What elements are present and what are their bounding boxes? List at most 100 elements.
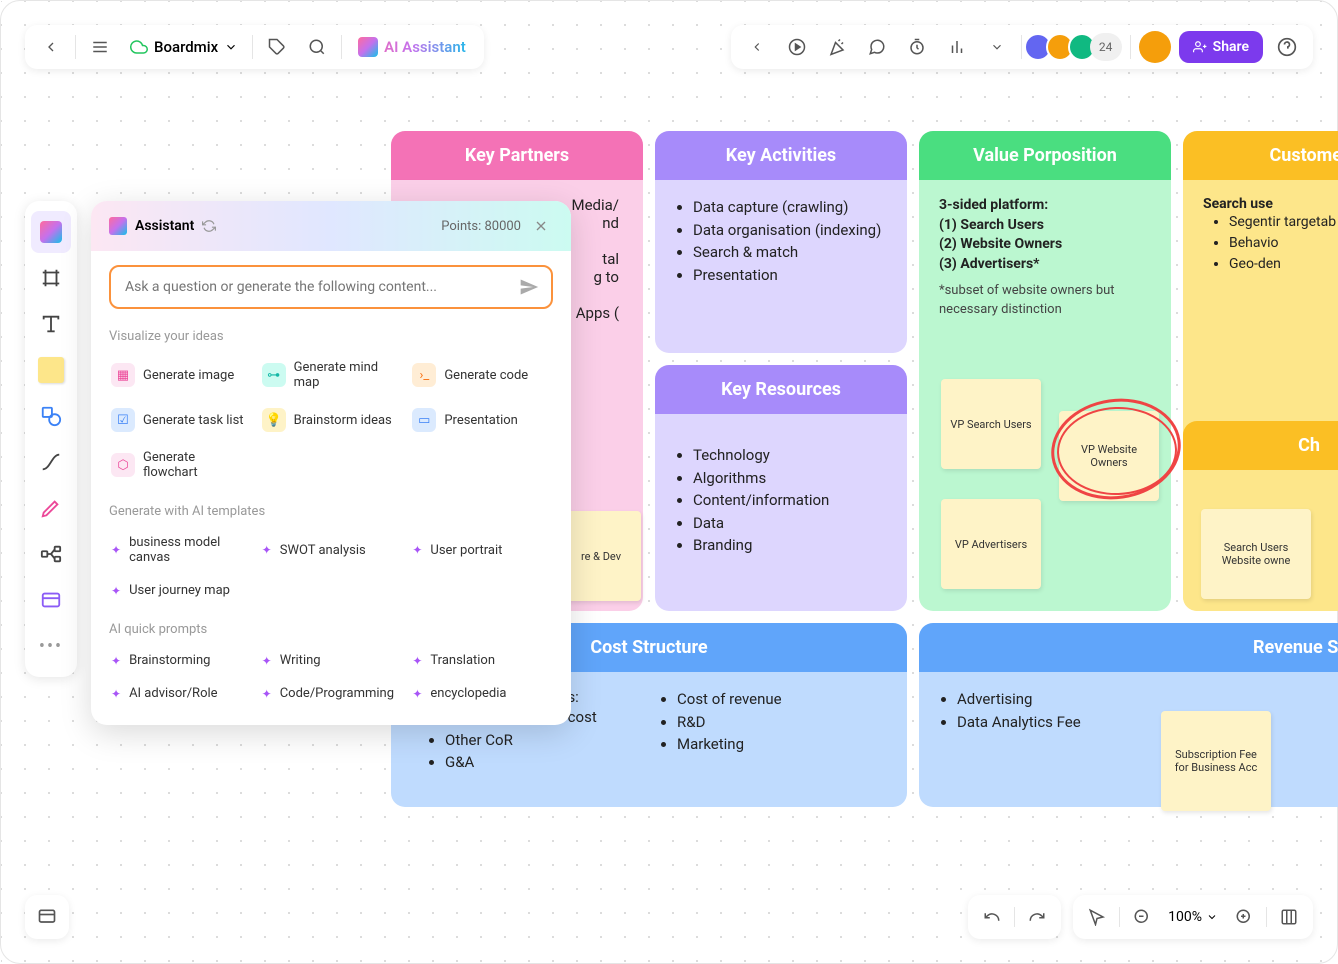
ai-panel-title-label: Assistant [135, 218, 194, 234]
ai-option-task-list[interactable]: ☑Generate task list [109, 404, 252, 436]
checklist-icon: ☑ [111, 408, 135, 432]
ai-template-swot[interactable]: ✦SWOT analysis [260, 531, 403, 569]
key-resources-card[interactable]: Key Resources Technology Algorithms Cont… [655, 365, 907, 611]
ai-logo-icon [109, 217, 127, 235]
ai-prompt-advisor[interactable]: ✦AI advisor/Role [109, 682, 252, 705]
frame-tool-icon[interactable] [31, 257, 71, 299]
ai-assistant-button[interactable]: AI Assistant [350, 37, 474, 57]
ai-option-generate-image[interactable]: ▦Generate image [109, 356, 252, 394]
user-avatar[interactable] [1139, 31, 1171, 63]
bulb-icon: 💡 [262, 408, 286, 432]
chart-icon[interactable] [941, 31, 973, 63]
zoom-out-button[interactable] [1128, 903, 1156, 931]
code-icon: ›_ [412, 363, 436, 387]
ai-assistant-panel: Assistant Points: 80000 Visualize your i… [91, 201, 571, 725]
topbar-left: Boardmix AI Assistant [25, 25, 484, 69]
share-label: Share [1213, 39, 1249, 55]
card-body: Advertising Data Analytics Fee [919, 672, 1338, 807]
connector-tool-icon[interactable] [31, 441, 71, 483]
app-name-dropdown[interactable]: Boardmix [124, 38, 244, 56]
avatar-count: 24 [1090, 33, 1122, 61]
ai-assistant-label: AI Assistant [384, 38, 466, 56]
sticky-note-tool-icon[interactable] [31, 349, 71, 391]
ai-template-bmc[interactable]: ✦business model canvas [109, 531, 252, 569]
ai-template-journey-map[interactable]: ✦User journey map [109, 579, 252, 602]
ai-logo-icon [358, 37, 378, 57]
card-tool-icon[interactable] [31, 579, 71, 621]
presentation-icon: ▭ [412, 408, 436, 432]
more-tools-icon[interactable]: ••• [31, 625, 71, 667]
card-title: Value Porposition [919, 131, 1171, 180]
flowchart-icon: ⬡ [111, 453, 135, 477]
sticky-note[interactable]: VP Advertisers [941, 499, 1041, 589]
page-list-button[interactable] [25, 895, 69, 939]
card-title: Revenue Streams [919, 623, 1338, 672]
ai-prompt-translation[interactable]: ✦Translation [410, 649, 553, 672]
comment-icon[interactable] [861, 31, 893, 63]
sticky-note[interactable]: re & Dev [561, 511, 641, 601]
sticky-note[interactable]: Subscription Fee for Business Acc [1161, 711, 1271, 811]
sparkle-icon: ✦ [111, 543, 121, 557]
left-toolbar: ••• [25, 201, 77, 677]
ai-option-brainstorm[interactable]: 💡Brainstorm ideas [260, 404, 403, 436]
sparkle-icon: ✦ [412, 543, 422, 557]
sticky-note[interactable]: VP Search Users [941, 379, 1041, 469]
text-tool-icon[interactable] [31, 303, 71, 345]
share-button[interactable]: Share [1179, 31, 1263, 63]
topbar-right: 24 Share [731, 25, 1313, 69]
menu-icon[interactable] [84, 31, 116, 63]
key-activities-card[interactable]: Key Activities Data capture (crawling) D… [655, 131, 907, 353]
app-name-label: Boardmix [154, 38, 218, 56]
points-label: Points: 80000 [441, 219, 521, 234]
celebrate-icon[interactable] [821, 31, 853, 63]
undo-button[interactable] [978, 903, 1006, 931]
search-icon[interactable] [301, 31, 333, 63]
ai-panel-header: Assistant Points: 80000 [91, 201, 571, 251]
sparkle-icon: ✦ [262, 654, 272, 668]
revenue-streams-card[interactable]: Revenue Streams Advertising Data Analyti… [919, 623, 1338, 807]
more-icon[interactable] [981, 31, 1013, 63]
ai-tool-icon[interactable] [31, 211, 71, 253]
ai-prompt-brainstorm[interactable]: ✦Brainstorming [109, 649, 252, 672]
ai-option-mind-map[interactable]: ⊶Generate mind map [260, 356, 403, 394]
card-title: Key Partners [391, 131, 643, 180]
timer-icon[interactable] [901, 31, 933, 63]
section-title: Visualize your ideas [109, 329, 553, 344]
sparkle-icon: ✦ [262, 543, 272, 557]
section-title: Generate with AI templates [109, 504, 553, 519]
ai-prompt-input[interactable] [109, 265, 553, 309]
ai-option-generate-code[interactable]: ›_Generate code [410, 356, 553, 394]
cursor-tool-icon[interactable] [1083, 903, 1111, 931]
chevron-left-icon[interactable] [741, 31, 773, 63]
collaborator-avatars[interactable]: 24 [1030, 33, 1122, 61]
sparkle-icon: ✦ [412, 654, 422, 668]
pen-tool-icon[interactable] [31, 487, 71, 529]
close-icon[interactable] [533, 218, 553, 234]
ai-template-user-portrait[interactable]: ✦User portrait [410, 531, 553, 569]
ai-prompt-writing[interactable]: ✦Writing [260, 649, 403, 672]
ai-prompt-encyclopedia[interactable]: ✦encyclopedia [410, 682, 553, 705]
shape-tool-icon[interactable] [31, 395, 71, 437]
play-icon[interactable] [781, 31, 813, 63]
sticky-note[interactable]: VP Website Owners [1059, 411, 1159, 501]
mindmap-icon: ⊶ [262, 363, 286, 387]
ai-option-presentation[interactable]: ▭Presentation [410, 404, 553, 436]
tag-icon[interactable] [261, 31, 293, 63]
refresh-icon[interactable] [202, 219, 216, 233]
zoom-level-dropdown[interactable]: 100% [1164, 909, 1222, 925]
help-icon[interactable] [1271, 31, 1303, 63]
minimap-icon[interactable] [1275, 903, 1303, 931]
ai-option-flowchart[interactable]: ⬡Generate flowchart [109, 446, 252, 484]
zoom-in-button[interactable] [1230, 903, 1258, 931]
redo-button[interactable] [1023, 903, 1051, 931]
sparkle-icon: ✦ [111, 654, 121, 668]
card-title: Key Resources [655, 365, 907, 414]
section-title: AI quick prompts [109, 622, 553, 637]
send-icon[interactable] [519, 277, 539, 297]
sticky-note[interactable]: Search Users Website owne [1201, 509, 1311, 599]
mindmap-tool-icon[interactable] [31, 533, 71, 575]
ai-prompt-code[interactable]: ✦Code/Programming [260, 682, 403, 705]
image-icon: ▦ [111, 363, 135, 387]
card-body: Technology Algorithms Content/informatio… [655, 414, 907, 611]
back-button[interactable] [35, 31, 67, 63]
